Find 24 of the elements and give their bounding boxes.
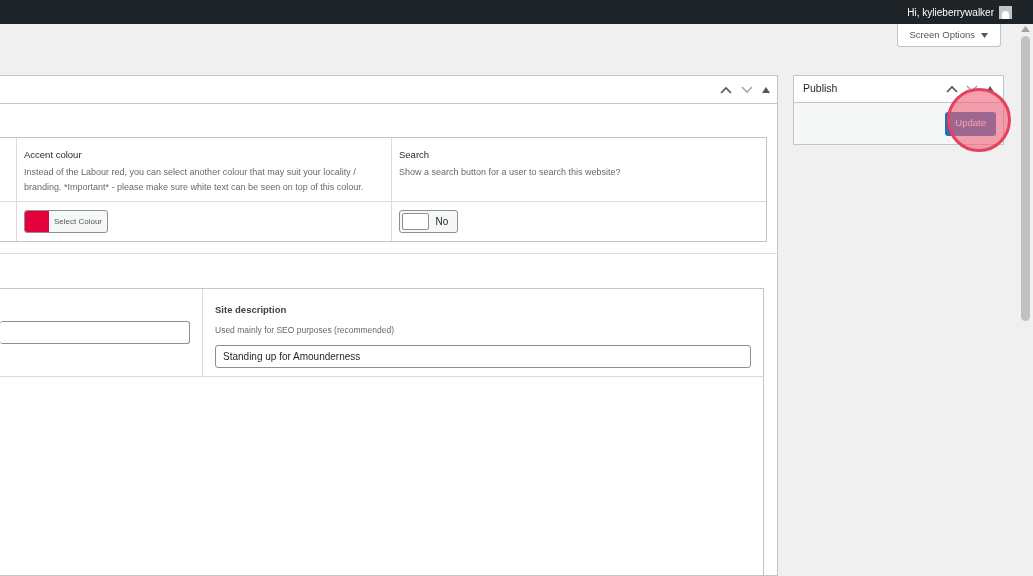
user-greeting[interactable]: Hi, kylieberrywalker <box>907 4 994 20</box>
field-label: Accent colour <box>24 148 83 162</box>
panel-title: Publish <box>803 81 838 97</box>
scrollbar-thumb[interactable] <box>1021 36 1030 321</box>
field-label: Site description <box>215 303 288 318</box>
move-down-icon[interactable] <box>966 85 978 93</box>
field-description: Show a search button for a user to search this website? <box>399 166 622 180</box>
site-description-input[interactable]: Standing up for Amounderness <box>215 345 751 369</box>
scroll-up-icon[interactable] <box>1021 26 1030 32</box>
screen-options-button[interactable]: Screen Options <box>896 24 1001 47</box>
colour-picker-button[interactable]: Select Colour <box>24 210 109 234</box>
toggle-switch[interactable]: No <box>399 210 458 234</box>
move-up-icon[interactable] <box>946 85 958 93</box>
text-input-field[interactable] <box>0 321 190 345</box>
move-down-icon[interactable] <box>741 85 753 94</box>
caret-icon <box>981 32 988 38</box>
collapse-icon[interactable] <box>762 86 770 93</box>
field-description: Used mainly for SEO purposes (recommended) <box>215 323 396 337</box>
collapse-icon[interactable] <box>986 86 994 92</box>
avatar-icon <box>999 5 1012 19</box>
move-up-icon[interactable] <box>720 85 732 94</box>
toggle-knob <box>402 213 429 231</box>
field-label: Search <box>399 148 431 162</box>
field-description: Instead of the Labour red, you can select another colour that may suit your locality / branding. *Important* - please make sure white text can be seen on top of this colour. <box>24 166 365 195</box>
